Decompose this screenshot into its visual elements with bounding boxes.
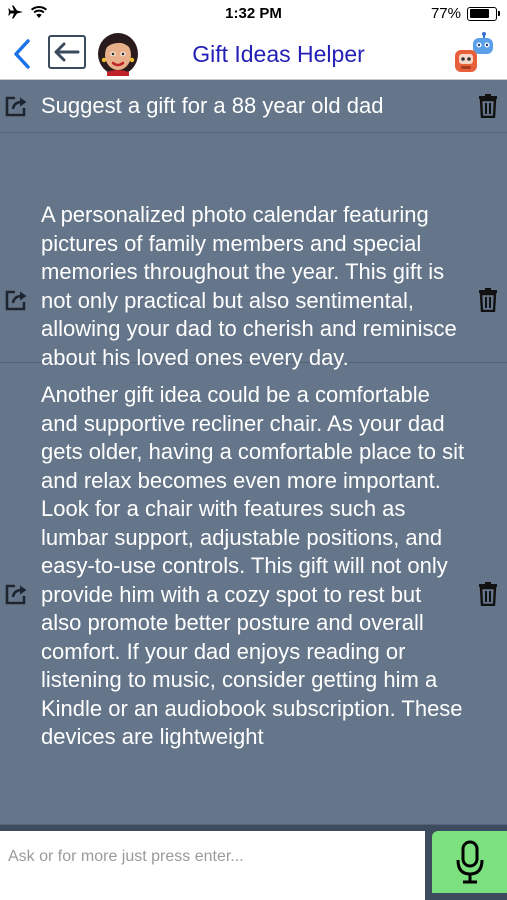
back-arrow-icon (54, 42, 80, 62)
share-icon[interactable] (5, 95, 29, 117)
share-icon[interactable] (5, 289, 29, 311)
microphone-button[interactable] (432, 831, 507, 893)
back-chevron-icon[interactable] (10, 37, 36, 71)
page-title: Gift Ideas Helper (192, 41, 365, 67)
microphone-icon (456, 840, 483, 884)
message-item: Suggest a gift for a 88 year old dad (0, 81, 507, 133)
status-right: 77% (430, 5, 500, 22)
screen: 1:32 PM 77% Gift Ideas Helper Suggest a … (0, 0, 507, 900)
battery-level (469, 9, 489, 18)
trash-icon[interactable] (478, 94, 498, 118)
message-text: A personalized photo calendar featuring … (41, 202, 457, 370)
share-icon[interactable] (5, 583, 29, 605)
messages-list[interactable]: Suggest a gift for a 88 year old dad A p… (0, 81, 507, 825)
message-text: Suggest a gift for a 88 year old dad (41, 93, 384, 118)
trash-icon[interactable] (478, 288, 498, 312)
input-bar (0, 825, 507, 900)
robot-icon[interactable] (453, 32, 495, 76)
nav-bar: Gift Ideas Helper (0, 28, 507, 80)
message-input[interactable] (0, 831, 425, 900)
battery-icon (467, 6, 500, 21)
trash-icon[interactable] (478, 582, 498, 606)
message-item: A personalized photo calendar featuring … (0, 133, 507, 370)
message-text: Another gift idea could be a comfortable… (41, 382, 465, 749)
battery-percent: 77% (430, 5, 461, 22)
back-arrow-button[interactable] (48, 35, 86, 69)
message-item: Another gift idea could be a comfortable… (0, 363, 507, 825)
avatar[interactable] (95, 30, 141, 76)
status-bar: 1:32 PM 77% (0, 0, 507, 28)
